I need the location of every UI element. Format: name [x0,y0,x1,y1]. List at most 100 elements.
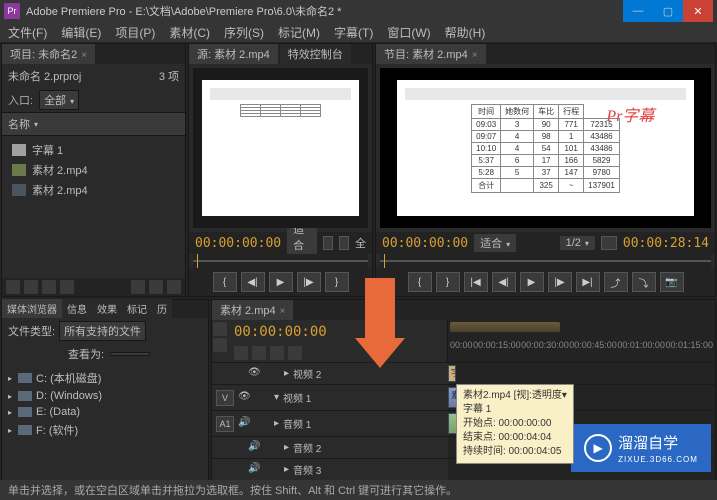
source-scrubber[interactable] [193,254,368,268]
lock-icon[interactable] [266,367,280,381]
mark-in-button[interactable]: { [408,272,432,292]
timeline-ruler[interactable]: 00:00 00:00:15:00 00:00:30:00 00:00:45:0… [448,320,715,362]
list-view-button[interactable] [6,280,20,294]
program-scrubber[interactable] [380,254,711,268]
track-output-icon[interactable] [315,391,329,405]
export-frame-button[interactable]: 📷 [660,272,684,292]
new-item-button[interactable] [149,280,163,294]
settings-icon[interactable] [288,346,302,360]
tab-effects[interactable]: 效果 [92,299,122,318]
drive-d[interactable]: D: (Windows) [8,388,202,404]
tab-project[interactable]: 项目: 未命名2× [2,44,95,64]
tab-media-browser[interactable]: 媒体浏览器 [2,299,62,318]
menu-window[interactable]: 窗口(W) [383,23,434,42]
step-fwd-button[interactable]: |▶ [297,272,321,292]
source-timecode[interactable]: 00:00:00:00 [195,236,281,251]
tab-effect-controls[interactable]: 特效控制台 [280,44,351,64]
auto-sequence-button[interactable] [42,280,56,294]
step-fwd-button[interactable]: |▶ [548,272,572,292]
source-monitor-viewport[interactable] [193,68,368,228]
tab-info[interactable]: 信息 [62,299,92,318]
marker-button[interactable] [270,346,284,360]
tab-program[interactable]: 节目: 素材 2.mp4× [376,44,486,64]
track-header-a1[interactable]: A1 🔊 ▸音频 1 [212,410,448,436]
clip-title[interactable]: 字 [448,365,456,382]
find-button[interactable] [60,280,74,294]
source-patch-v[interactable]: V [216,390,234,406]
eye-icon[interactable]: 👁 [248,367,262,381]
menu-title[interactable]: 字幕(T) [330,23,377,42]
close-button[interactable]: ✕ [683,0,713,22]
step-back-button[interactable]: ◀| [241,272,265,292]
close-icon[interactable]: × [81,50,87,61]
menu-edit[interactable]: 编辑(E) [57,23,105,42]
play-button[interactable]: ▶ [269,272,293,292]
go-to-out-button[interactable]: ▶| [576,272,600,292]
work-area-bar[interactable] [450,322,560,332]
timeline-timecode[interactable]: 00:00:00:00 [234,324,441,340]
tab-history[interactable]: 历 [152,299,172,318]
snap-toggle[interactable] [234,346,248,360]
tab-timeline-sequence[interactable]: 素材 2.mp4× [212,300,293,320]
menu-marker[interactable]: 标记(M) [274,23,324,42]
lift-button[interactable]: ⤴ [604,272,628,292]
mark-out-button[interactable]: } [436,272,460,292]
maximize-button[interactable]: ▢ [653,0,683,22]
track-select-tool[interactable] [213,338,227,352]
playhead-icon[interactable] [382,254,390,268]
track-output-icon[interactable] [315,417,329,431]
drive-e[interactable]: E: (Data) [8,404,202,420]
lock-icon[interactable] [266,463,280,477]
close-icon[interactable]: × [280,306,286,317]
lock-icon[interactable] [266,441,280,455]
column-name-header[interactable]: 名称 [2,112,185,136]
lock-icon[interactable] [256,417,270,431]
close-icon[interactable]: × [472,50,478,61]
track-header-a2[interactable]: 🔊 ▸音频 2 [212,436,448,458]
mark-in-button[interactable]: { [213,272,237,292]
play-button[interactable]: ▶ [520,272,544,292]
trash-button[interactable] [167,280,181,294]
menu-sequence[interactable]: 序列(S) [220,23,268,42]
tab-markers[interactable]: 标记 [122,299,152,318]
minimize-button[interactable]: — [623,0,653,22]
extract-button[interactable]: ⤵ [632,272,656,292]
menu-project[interactable]: 项目(P) [111,23,159,42]
selection-tool[interactable] [213,322,227,336]
mark-out-button[interactable]: } [325,272,349,292]
project-item-sequence[interactable]: 素材 2.mp4 [8,160,179,180]
program-monitor-viewport[interactable]: Pr字幕 时间她数何车比行程 09:03390 77172315 09:0749… [380,68,711,228]
mute-icon[interactable]: 🔊 [248,463,262,477]
track-header-v1[interactable]: V 👁 ▾视频 1 [212,384,448,410]
menu-file[interactable]: 文件(F) [4,23,51,42]
drive-c[interactable]: C: (本机磁盘) [8,368,202,388]
program-timecode-left[interactable]: 00:00:00:00 [382,236,468,251]
source-output-icon[interactable] [339,236,349,250]
mute-icon[interactable]: 🔊 [238,417,252,431]
tab-source[interactable]: 源: 素材 2.mp4 [189,44,278,64]
lane-v2[interactable]: 字 [448,362,715,384]
track-output-icon[interactable] [325,367,339,381]
menu-help[interactable]: 帮助(H) [441,23,490,42]
menu-clip[interactable]: 素材(C) [165,23,214,42]
icon-view-button[interactable] [24,280,38,294]
filetype-dropdown[interactable]: 所有支持的文件 [59,321,146,341]
eye-icon[interactable]: 👁 [238,391,252,405]
new-bin-button[interactable] [131,280,145,294]
step-back-button[interactable]: ◀| [492,272,516,292]
track-header-a3[interactable]: 🔊 ▸音频 3 [212,458,448,480]
linked-selection-toggle[interactable] [252,346,266,360]
mute-icon[interactable]: 🔊 [248,441,262,455]
track-header-v2[interactable]: 👁 ▸视频 2 [212,362,448,384]
program-resolution-dropdown[interactable]: 1/2 [560,236,595,250]
project-item-clip[interactable]: 素材 2.mp4 [8,180,179,200]
go-to-in-button[interactable]: |◀ [464,272,488,292]
source-settings-icon[interactable] [323,236,333,250]
lock-icon[interactable] [256,391,270,405]
view-dropdown[interactable] [110,352,150,356]
playhead-icon[interactable] [195,254,203,268]
program-settings-icon[interactable] [601,236,617,250]
input-dropdown[interactable]: 全部 [39,90,79,110]
drive-f[interactable]: F: (软件) [8,420,202,440]
project-item-title[interactable]: 字幕 1 [8,140,179,160]
